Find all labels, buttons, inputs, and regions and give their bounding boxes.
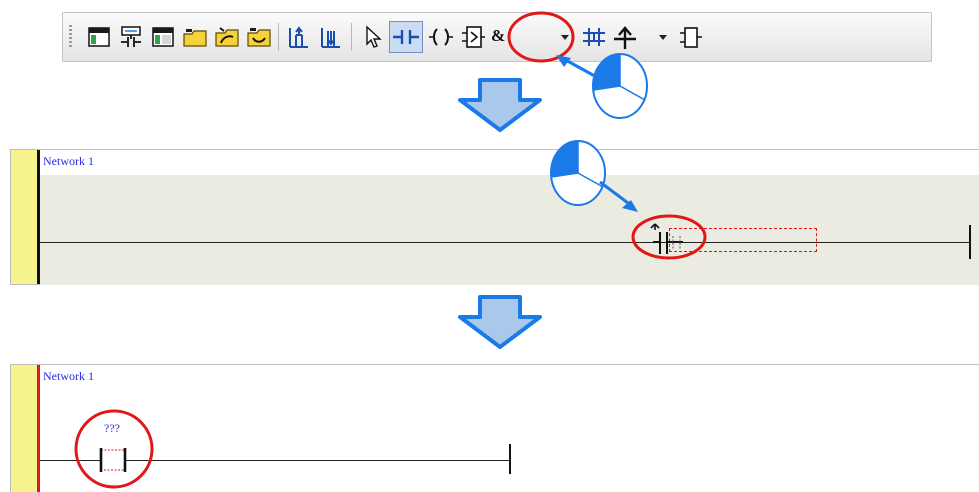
folder-open-icon[interactable]	[213, 23, 241, 51]
rung-area[interactable]	[40, 175, 979, 285]
rung-margin	[11, 365, 37, 492]
coil-icon[interactable]	[427, 23, 455, 51]
network-label: Network 1	[43, 154, 94, 168]
down-arrow-icon	[458, 78, 542, 132]
folder-link-icon[interactable]	[245, 23, 273, 51]
window-icon[interactable]	[85, 23, 113, 51]
ladder-toolbar: &	[62, 12, 932, 62]
rising-edge-icon[interactable]	[611, 23, 639, 51]
down-arrow-icon	[458, 295, 542, 349]
folder-icon[interactable]	[181, 23, 209, 51]
toolbar-separator	[278, 23, 279, 51]
function-block-icon[interactable]	[459, 23, 487, 51]
rung-wire	[40, 242, 970, 243]
toolbar-separator	[351, 23, 352, 51]
highlight-circle	[74, 409, 154, 489]
step-disc-icon	[592, 53, 648, 119]
insert-above-icon[interactable]	[285, 23, 313, 51]
left-power-rail	[37, 365, 40, 492]
toolbar-grip[interactable]	[69, 25, 72, 49]
operator-combo-value: &	[491, 26, 506, 45]
parallel-branch-icon[interactable]	[580, 23, 608, 51]
network-label: Network 1	[43, 369, 94, 383]
box-icon[interactable]	[677, 23, 705, 51]
network-icon[interactable]	[117, 23, 145, 51]
rung-margin	[11, 150, 37, 284]
select-pointer-icon[interactable]	[359, 23, 387, 51]
right-power-rail	[969, 225, 971, 259]
contact-icon[interactable]	[389, 21, 423, 53]
pointer-arrow	[599, 180, 638, 212]
insert-below-icon[interactable]	[317, 23, 345, 51]
ladder-editor-pane: Network 1	[10, 149, 979, 285]
ladder-editor-pane: Network 1 ???	[10, 364, 979, 492]
rung-end-marker	[509, 444, 511, 474]
chevron-down-icon[interactable]	[659, 35, 667, 40]
window-alt-icon[interactable]	[149, 23, 177, 51]
